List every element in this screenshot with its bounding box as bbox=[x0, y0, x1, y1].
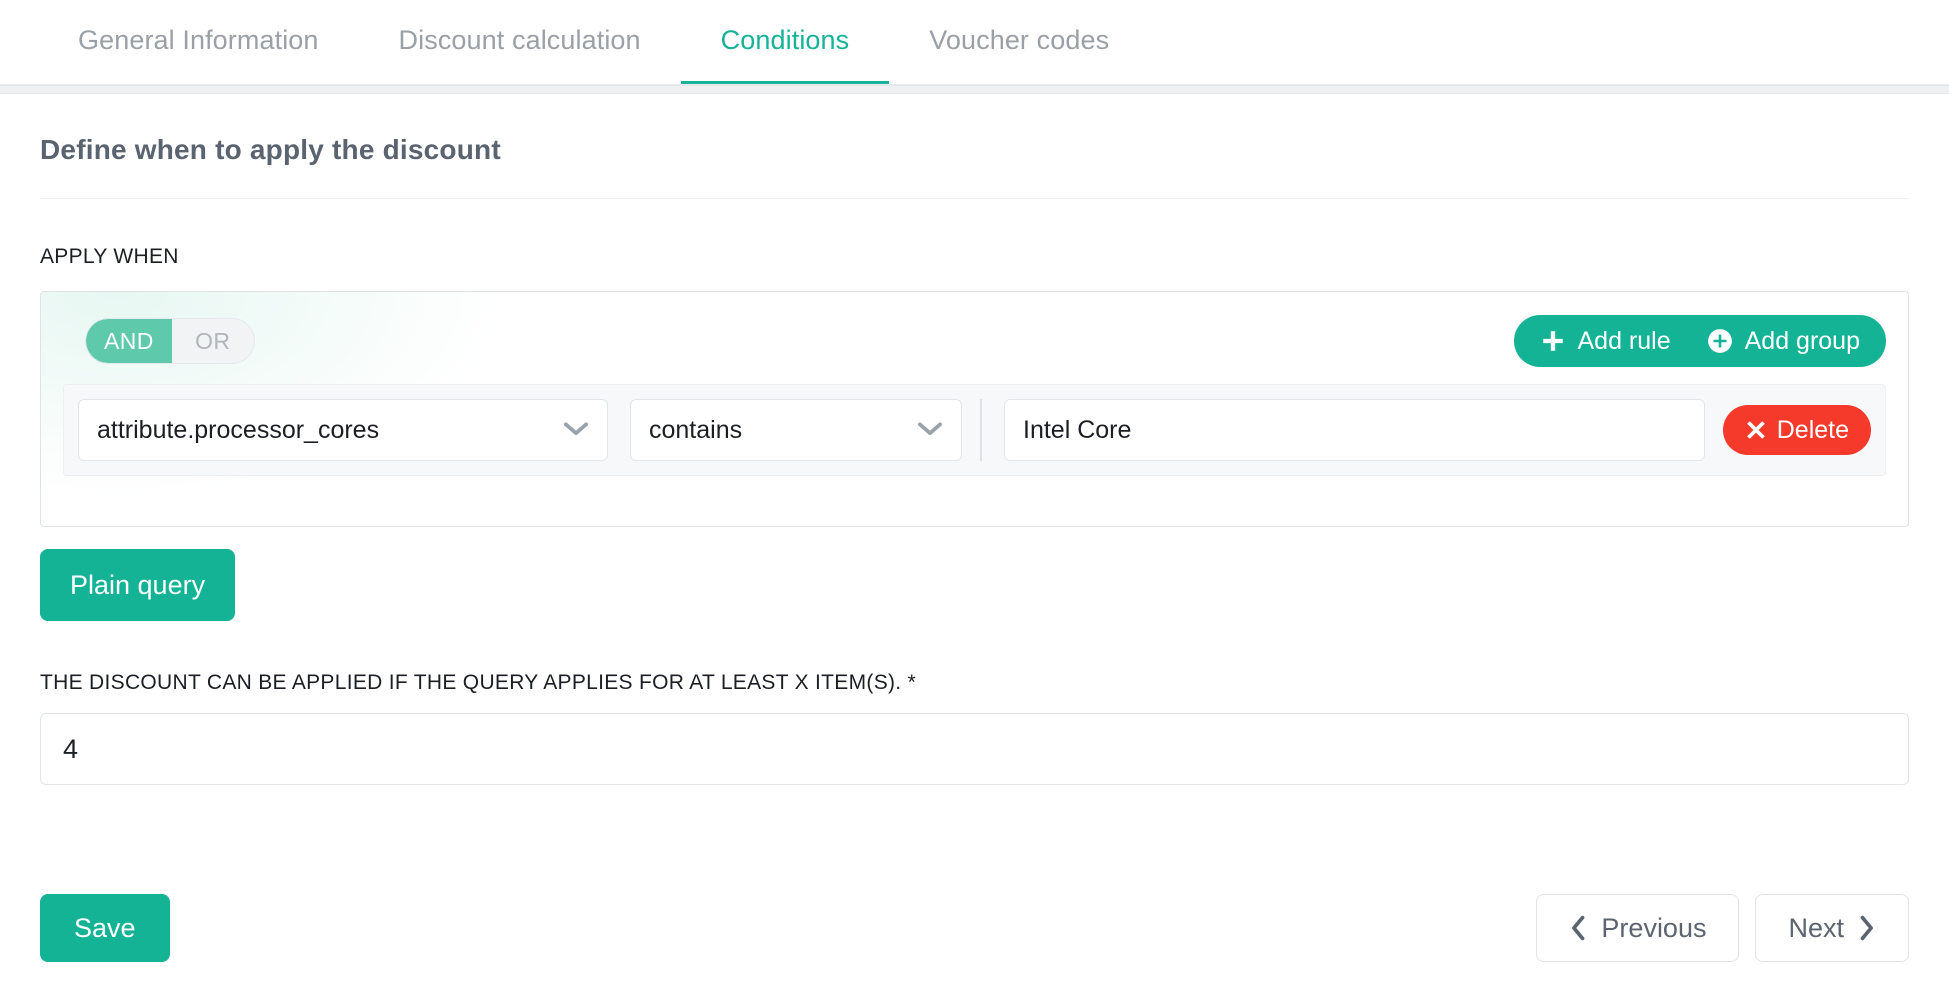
previous-label: Previous bbox=[1601, 912, 1707, 943]
tab-label: General Information bbox=[78, 25, 319, 55]
page-title: Define when to apply the discount bbox=[40, 134, 501, 165]
delete-rule-label: Delete bbox=[1776, 415, 1849, 444]
circle-plus-icon bbox=[1707, 328, 1733, 354]
conditions-page: Define when to apply the discount APPLY … bbox=[0, 94, 1949, 785]
add-rule-button[interactable]: Add rule bbox=[1522, 327, 1689, 356]
previous-button[interactable]: Previous bbox=[1536, 894, 1740, 962]
rule-field-select[interactable]: attribute.processor_cores bbox=[78, 399, 608, 461]
plain-query-label: Plain query bbox=[70, 569, 206, 600]
and-option[interactable]: AND bbox=[86, 319, 172, 363]
rule-value-input[interactable]: Intel Core bbox=[1004, 399, 1705, 461]
rule-divider bbox=[980, 399, 982, 461]
next-label: Next bbox=[1788, 912, 1844, 943]
and-or-toggle[interactable]: AND OR bbox=[85, 318, 255, 364]
chevron-right-icon bbox=[1858, 915, 1876, 941]
min-items-label: THE DISCOUNT CAN BE APPLIED IF THE QUERY… bbox=[40, 671, 917, 694]
tab-label: Discount calculation bbox=[398, 25, 641, 55]
add-buttons-group: Add rule Add group bbox=[1513, 315, 1886, 367]
rule-value-text: Intel Core bbox=[1023, 415, 1132, 444]
footer-divider bbox=[0, 864, 1949, 865]
add-rule-label: Add rule bbox=[1577, 326, 1671, 355]
tab-discount-calculation[interactable]: Discount calculation bbox=[359, 0, 681, 85]
add-group-label: Add group bbox=[1744, 326, 1860, 355]
query-builder-header: AND OR Add rule Add group bbox=[63, 314, 1886, 368]
tab-bar-underline bbox=[0, 84, 1949, 85]
footer-action-bar: Save Previous Next bbox=[0, 864, 1949, 992]
rule-operator-select[interactable]: contains bbox=[630, 399, 962, 461]
apply-when-label: APPLY WHEN bbox=[40, 245, 179, 268]
tab-label: Conditions bbox=[720, 25, 850, 55]
tab-bar-separator-strip bbox=[0, 85, 1949, 94]
chevron-left-icon bbox=[1569, 915, 1587, 941]
query-rule-row: attribute.processor_cores contains Intel bbox=[63, 384, 1886, 476]
tab-bar: General Information Discount calculation… bbox=[0, 0, 1949, 85]
and-option-label: AND bbox=[104, 327, 154, 354]
or-option-label: OR bbox=[195, 327, 231, 354]
chevron-down-icon bbox=[917, 416, 943, 445]
wizard-nav-group: Previous Next bbox=[1536, 894, 1909, 962]
add-group-button[interactable]: Add group bbox=[1689, 327, 1878, 356]
tab-voucher-codes[interactable]: Voucher codes bbox=[889, 0, 1149, 85]
save-label: Save bbox=[74, 912, 136, 943]
next-button[interactable]: Next bbox=[1755, 894, 1909, 962]
or-option[interactable]: OR bbox=[172, 319, 254, 363]
min-items-input[interactable] bbox=[40, 713, 1909, 785]
query-builder-group: AND OR Add rule Add group attribute.proc… bbox=[40, 291, 1909, 527]
rule-operator-value: contains bbox=[649, 415, 743, 444]
chevron-down-icon bbox=[563, 416, 589, 445]
delete-rule-button[interactable]: Delete bbox=[1722, 405, 1871, 455]
rule-field-value: attribute.processor_cores bbox=[97, 415, 380, 444]
times-icon bbox=[1745, 419, 1767, 441]
tab-conditions[interactable]: Conditions bbox=[680, 0, 890, 85]
save-button[interactable]: Save bbox=[40, 894, 170, 962]
plus-icon bbox=[1540, 328, 1566, 354]
plain-query-button[interactable]: Plain query bbox=[40, 549, 236, 621]
tab-label: Voucher codes bbox=[929, 25, 1110, 55]
tab-general-information[interactable]: General Information bbox=[38, 0, 359, 85]
